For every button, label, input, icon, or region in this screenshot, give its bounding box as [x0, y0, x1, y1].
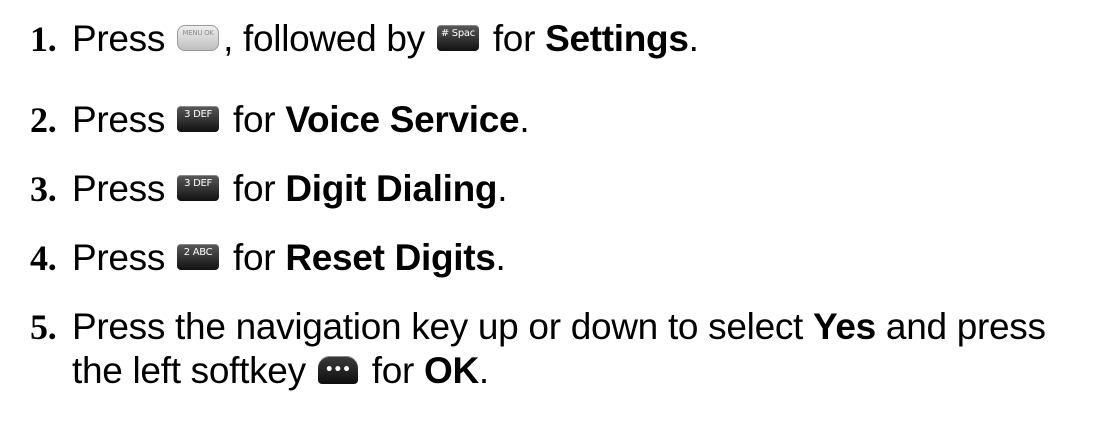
menu-ok-key-icon: MENU OK [177, 25, 220, 52]
step-text: Press [72, 237, 166, 278]
step-text: for [233, 168, 276, 209]
left-softkey-icon: ••• [317, 356, 358, 385]
step-text: , followed by [223, 18, 425, 59]
step-number: 2. [30, 100, 57, 140]
step-number: 3. [30, 169, 57, 209]
step-text: for [233, 99, 276, 140]
menu-option-digit-dialing: Digit Dialing [285, 168, 498, 209]
step-text: for [492, 18, 536, 59]
step-text: and press [885, 306, 1046, 347]
step-text: for [233, 237, 276, 278]
step-number: 1. [30, 19, 57, 59]
step-text: Press [72, 99, 166, 140]
three-def-key-icon: 3 DEF [177, 175, 220, 202]
three-def-key-icon: 3 DEF [177, 106, 220, 133]
option-yes: Yes [813, 306, 876, 347]
two-abc-key-icon: 2 ABC [177, 244, 220, 271]
step-number: 4. [30, 238, 57, 278]
step-text: for [371, 350, 415, 391]
step-text: the left softkey [72, 350, 306, 391]
pound-space-key-icon: # Space [436, 25, 479, 52]
step-text: Press the navigation key up or down to s… [72, 306, 804, 347]
step-text: Press [72, 18, 166, 59]
menu-option-reset-digits: Reset Digits [285, 237, 496, 278]
instruction-steps: 1. Press MENU OK, followed by # Space fo… [30, 18, 1046, 391]
step-number: 5. [30, 307, 57, 347]
menu-option-voice-service: Voice Service [285, 99, 520, 140]
option-ok: OK [424, 350, 479, 391]
step-text: Press [72, 168, 166, 209]
menu-option-settings: Settings [545, 18, 689, 59]
